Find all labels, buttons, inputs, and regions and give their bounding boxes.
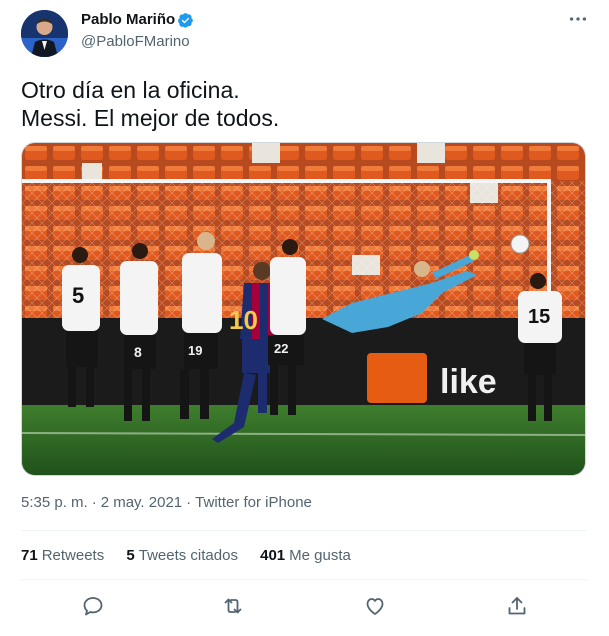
jersey-number: 10 xyxy=(229,305,258,335)
author-handle[interactable]: @PabloFMarino xyxy=(81,33,190,50)
more-icon[interactable] xyxy=(567,8,589,30)
tweet: Pablo Mariño @PabloFMarino Otro día en l… xyxy=(0,0,609,636)
likes-stat[interactable]: 401 Me gusta xyxy=(260,547,351,564)
banner-text: like xyxy=(440,363,497,401)
tweet-text: Otro día en la oficina. Messi. El mejor … xyxy=(21,76,581,132)
divider xyxy=(21,530,587,531)
football xyxy=(510,234,530,254)
divider xyxy=(21,579,587,580)
tweet-actions xyxy=(21,594,587,620)
retweets-stat[interactable]: 71 Retweets xyxy=(21,547,104,564)
jersey-number: 19 xyxy=(188,343,202,358)
likes-label: Me gusta xyxy=(289,547,351,564)
tweet-text-line: Messi. El mejor de todos. xyxy=(21,105,280,131)
jersey-number: 5 xyxy=(72,283,84,308)
tweet-text-line: Otro día en la oficina. xyxy=(21,77,240,103)
like-icon[interactable] xyxy=(363,594,387,618)
share-icon[interactable] xyxy=(505,594,529,618)
tweet-photo[interactable]: like 5 8 19 10 22 15 xyxy=(21,142,586,476)
quotes-count: 5 xyxy=(126,547,135,564)
quotes-stat[interactable]: 5 Tweets citados xyxy=(126,547,238,564)
separator-dot: · xyxy=(186,494,192,511)
avatar[interactable] xyxy=(21,10,68,57)
jersey-number: 22 xyxy=(274,341,288,356)
tweet-date[interactable]: 2 may. 2021 xyxy=(101,494,182,511)
retweets-count: 71 xyxy=(21,547,38,564)
tweet-stats: 71 Retweets 5 Tweets citados 401 Me gusta xyxy=(21,547,369,564)
jersey-number: 15 xyxy=(528,306,550,328)
tweet-time[interactable]: 5:35 p. m. xyxy=(21,494,88,511)
tweet-meta: 5:35 p. m. · 2 may. 2021 · Twitter for iPhon… xyxy=(21,494,312,511)
author-name[interactable]: Pablo Mariño xyxy=(81,11,175,28)
retweets-label: Retweets xyxy=(41,547,105,564)
tweet-source[interactable]: Twitter for iPhone xyxy=(195,494,312,511)
photo-football-free-kick: like 5 8 19 10 22 15 xyxy=(22,143,585,475)
quotes-label: Tweets citados xyxy=(138,547,238,564)
jersey-number: 8 xyxy=(134,344,142,360)
likes-count: 401 xyxy=(260,547,286,564)
retweet-icon[interactable] xyxy=(221,594,245,618)
separator-dot: · xyxy=(91,494,97,511)
verified-icon xyxy=(178,13,193,28)
reply-icon[interactable] xyxy=(81,594,105,618)
